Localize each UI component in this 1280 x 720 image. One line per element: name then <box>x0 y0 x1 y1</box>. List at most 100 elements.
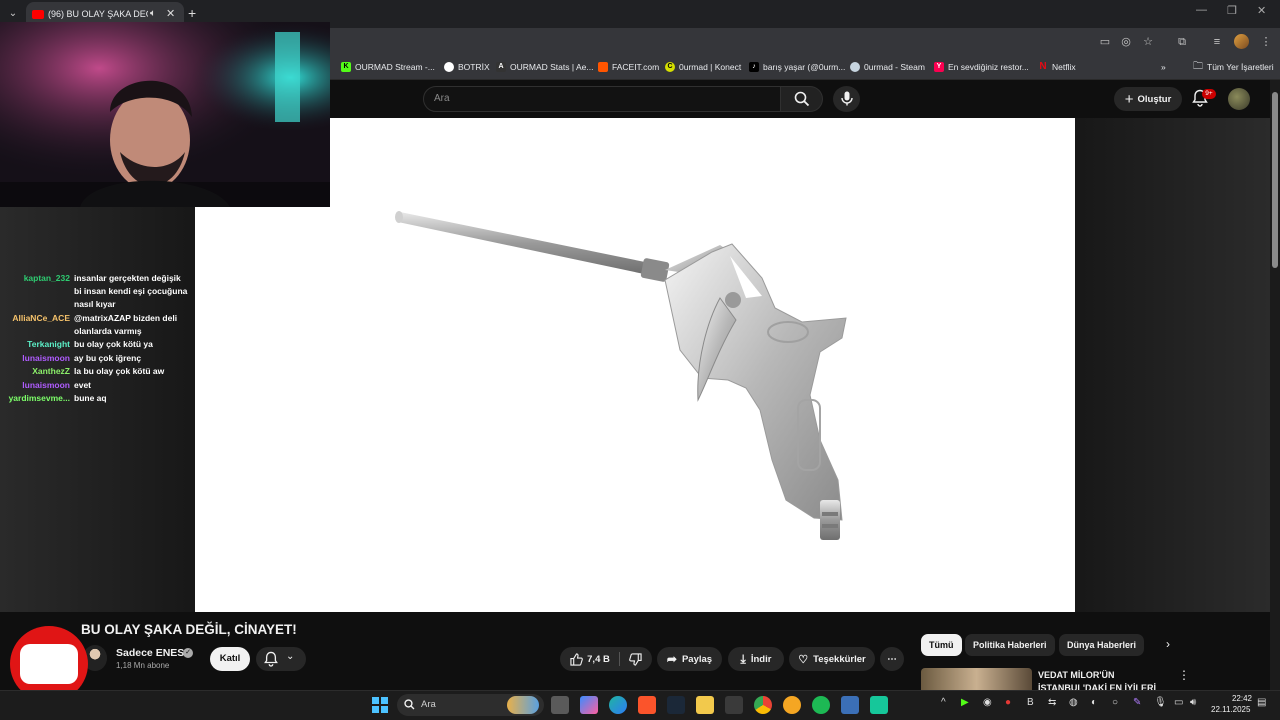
copilot-icon[interactable] <box>580 696 598 714</box>
tray-app-icon[interactable]: ▶ <box>961 697 969 708</box>
brave-browser-icon[interactable] <box>638 696 656 714</box>
like-button[interactable]: 7,4 B <box>570 652 610 666</box>
new-tab-icon[interactable]: + <box>188 5 196 21</box>
bookmark-item[interactable]: A OURMAD Stats | Ae... <box>496 60 593 74</box>
search-icon <box>794 91 810 107</box>
clock-date[interactable]: 22.11.2025 <box>1211 705 1250 714</box>
chat-message: XanthezZ la bu olay çok kötü aw <box>0 365 194 378</box>
search-input[interactable] <box>423 86 781 112</box>
extensions-icon[interactable]: ⧉ <box>1174 34 1190 50</box>
chat-username: lunaismoon <box>22 352 70 363</box>
bookmark-item[interactable]: ♪ barış yaşar (@0urm... <box>749 60 845 74</box>
maximize-icon[interactable]: ❐ <box>1227 4 1237 17</box>
taskbar-search-input[interactable] <box>397 694 544 716</box>
search-highlight-icon <box>507 696 539 714</box>
edge-icon[interactable] <box>609 696 627 714</box>
create-button[interactable]: + Oluştur <box>1114 87 1182 111</box>
tray-record-icon[interactable]: ● <box>1005 697 1011 708</box>
app-icon[interactable] <box>841 696 859 714</box>
steam-icon[interactable] <box>667 696 685 714</box>
tab-search-chevron-icon[interactable]: ⌄ <box>4 5 22 23</box>
video-title: BU OLAY ŞAKA DEĞİL, CİNAYET! <box>81 622 297 637</box>
cast-icon[interactable]: ▭ <box>1097 34 1113 50</box>
task-view-icon[interactable] <box>551 696 569 714</box>
chat-message: AlliaNCe_ACE @matrixAZAP bizden deli olan… <box>0 312 194 338</box>
tray-pen-icon[interactable]: ✎ <box>1133 697 1141 708</box>
chip-politics-news[interactable]: Politika Haberleri <box>965 634 1055 656</box>
chip-world-news[interactable]: Dünya Haberleri <box>1059 634 1145 656</box>
volume-icon[interactable]: 🔊︎ <box>1190 697 1196 708</box>
more-bookmarks-icon[interactable]: » <box>1161 60 1166 74</box>
all-bookmarks-folder[interactable]: 🗀︎ Tüm Yer İşaretleri <box>1193 60 1274 74</box>
chat-text: evet <box>74 379 92 390</box>
taskbar-search-placeholder: Ara <box>421 699 436 710</box>
thumbs-down-icon[interactable] <box>629 652 642 666</box>
bookmark-item[interactable]: Y En sevdiğiniz restor... <box>934 60 1029 74</box>
share-button[interactable]: ➦ Paylaş <box>657 647 722 671</box>
window-close-icon[interactable]: ✕ <box>1257 4 1266 17</box>
browser-profile-avatar[interactable] <box>1234 34 1249 49</box>
speaker-icon[interactable]: 🔈︎ <box>150 8 156 19</box>
chat-text: la bu olay çok kötü aw <box>74 366 165 376</box>
channel-name[interactable]: Sadece ENES <box>116 647 184 659</box>
windows-start-icon[interactable] <box>372 697 388 713</box>
chat-message: lunaismoon evet <box>0 379 194 392</box>
bookmark-item[interactable]: K OURMAD Stream -... <box>341 60 435 74</box>
tray-app-icon[interactable]: ◉ <box>983 697 992 708</box>
chip-all[interactable]: Tümü <box>921 634 962 656</box>
eye-off-icon[interactable]: ◎ <box>1118 34 1134 50</box>
bookmark-item[interactable]: 0urmad - Steam <box>850 60 925 74</box>
chat-text: bu olay çok kötü ya <box>74 339 153 349</box>
spotify-icon[interactable] <box>812 696 830 714</box>
recording-indicator-inner <box>20 644 78 684</box>
download-button[interactable]: ⤓ İndir <box>728 647 784 671</box>
close-tab-icon[interactable]: ✕ <box>166 7 175 20</box>
tray-app-icon[interactable]: ⇆ <box>1048 697 1056 708</box>
netflix-icon: N <box>1039 61 1047 72</box>
bell-icon <box>264 651 278 667</box>
bookmark-star-icon[interactable]: ☆ <box>1140 34 1156 50</box>
tray-app-icon[interactable]: ○ <box>1112 697 1118 708</box>
tray-app-icon[interactable]: B <box>1027 697 1034 708</box>
store-icon[interactable] <box>725 696 743 714</box>
recommended-video-thumbnail[interactable] <box>921 668 1032 690</box>
mic-icon <box>841 91 853 106</box>
heart-dollar-icon: ♡ <box>798 653 809 666</box>
like-dislike-group: 7,4 B <box>560 647 652 671</box>
app-icon[interactable] <box>870 696 888 714</box>
chrome-icon[interactable] <box>754 696 772 714</box>
browser-menu-icon[interactable]: ⋮ <box>1258 34 1274 50</box>
bookmark-item[interactable]: FACEIT.com <box>598 60 659 74</box>
file-explorer-icon[interactable] <box>696 696 714 714</box>
microphone-icon[interactable]: 🎙︎ <box>1154 697 1167 708</box>
minimize-icon[interactable]: — <box>1196 4 1207 16</box>
more-vertical-icon[interactable]: ⋮ <box>1178 668 1190 682</box>
bookmark-item[interactable]: N Netflix <box>1038 60 1075 74</box>
recommended-video-title[interactable]: VEDAT MİLOR'ÜN İSTANBUL'DAKİ EN İYİLERİ <box>1038 669 1158 690</box>
notification-center-icon[interactable]: ▤ <box>1257 697 1266 708</box>
tray-steam-icon[interactable]: ◐ <box>1091 697 1097 708</box>
tray-chrome-icon[interactable]: ◍ <box>1069 697 1078 708</box>
notification-app-icon[interactable] <box>783 696 801 714</box>
tray-overflow-icon[interactable]: ^ <box>941 697 946 708</box>
notification-badge: 9+ <box>1202 89 1216 99</box>
voice-search-button[interactable] <box>833 86 860 112</box>
stats-icon: A <box>496 62 506 72</box>
more-actions-button[interactable]: ⋯ <box>880 647 904 671</box>
chevron-right-icon[interactable]: › <box>1166 637 1170 651</box>
clock-time[interactable]: 22:42 <box>1230 694 1252 703</box>
search-icon <box>404 699 415 710</box>
bookmark-item[interactable]: C 0urmad | Konect <box>665 60 741 74</box>
chat-username: XanthezZ <box>32 366 70 376</box>
search-button[interactable] <box>781 86 823 112</box>
reading-list-icon[interactable]: ≡ <box>1209 34 1225 50</box>
network-icon[interactable]: ▭ <box>1174 697 1183 708</box>
chat-username: AlliaNCe_ACE <box>12 312 70 323</box>
subscription-bell-button[interactable]: ⌄ <box>256 647 306 671</box>
account-avatar[interactable] <box>1228 88 1250 110</box>
thanks-button[interactable]: ♡ Teşekkürler <box>789 647 875 671</box>
scrollbar-thumb[interactable] <box>1272 92 1278 268</box>
bookmark-item[interactable]: BOTRİX <box>444 60 490 74</box>
chat-message: Terkanight bu olay çok kötü ya <box>0 338 194 351</box>
join-button[interactable]: Katıl <box>210 647 250 671</box>
